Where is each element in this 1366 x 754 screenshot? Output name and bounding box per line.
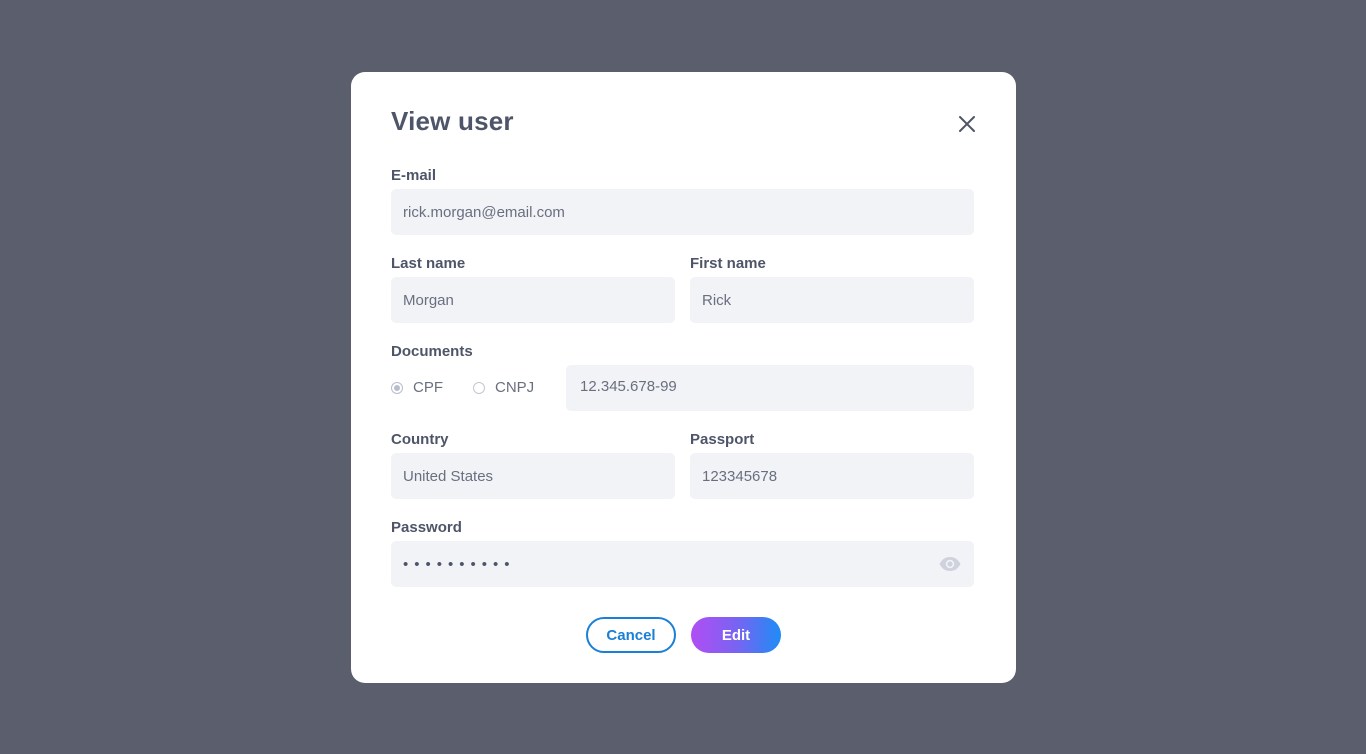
- password-label: Password: [391, 519, 462, 536]
- close-button[interactable]: [955, 112, 979, 136]
- document-number-field-wrapper: [566, 365, 974, 411]
- radio-option-cnpj[interactable]: CNPJ: [473, 379, 534, 396]
- radio-option-cpf[interactable]: CPF: [391, 379, 443, 396]
- document-number-field[interactable]: [580, 377, 962, 395]
- password-field[interactable]: ••••••••••: [391, 541, 974, 587]
- modal-backdrop: View user E-mail Last name First name Do…: [0, 0, 1366, 754]
- toggle-password-visibility-button[interactable]: [938, 552, 962, 576]
- first-name-label: First name: [690, 255, 766, 272]
- country-field-wrapper: [391, 453, 675, 499]
- dialog-title: View user: [391, 106, 514, 136]
- last-name-field-wrapper: [391, 277, 675, 323]
- email-field-wrapper: [391, 189, 974, 235]
- passport-field-wrapper: [690, 453, 974, 499]
- first-name-field-wrapper: [690, 277, 974, 323]
- close-icon: [955, 112, 979, 136]
- email-label: E-mail: [391, 167, 437, 184]
- first-name-field[interactable]: [702, 291, 962, 309]
- country-label: Country: [391, 431, 449, 448]
- edit-button[interactable]: Edit: [691, 617, 781, 653]
- radio-button-cpf[interactable]: [391, 381, 403, 394]
- radio-button-cnpj[interactable]: [473, 381, 485, 394]
- password-masked-value: ••••••••••: [403, 556, 938, 573]
- cancel-button[interactable]: Cancel: [586, 617, 676, 653]
- password-dots: ••••••••••: [403, 555, 516, 573]
- email-field[interactable]: [403, 203, 962, 221]
- radio-label-cpf: CPF: [413, 379, 443, 396]
- documents-label: Documents: [391, 343, 473, 360]
- radio-selected-dot: [394, 384, 400, 391]
- passport-label: Passport: [690, 431, 755, 448]
- view-user-dialog: View user E-mail Last name First name Do…: [351, 72, 1016, 683]
- country-field[interactable]: [403, 467, 663, 485]
- document-type-radio-group: CPF CNPJ: [391, 379, 564, 396]
- eye-icon: [938, 557, 962, 579]
- passport-field[interactable]: [702, 467, 962, 485]
- radio-label-cnpj: CNPJ: [495, 379, 535, 396]
- last-name-label: Last name: [391, 255, 466, 272]
- last-name-field[interactable]: [403, 291, 663, 309]
